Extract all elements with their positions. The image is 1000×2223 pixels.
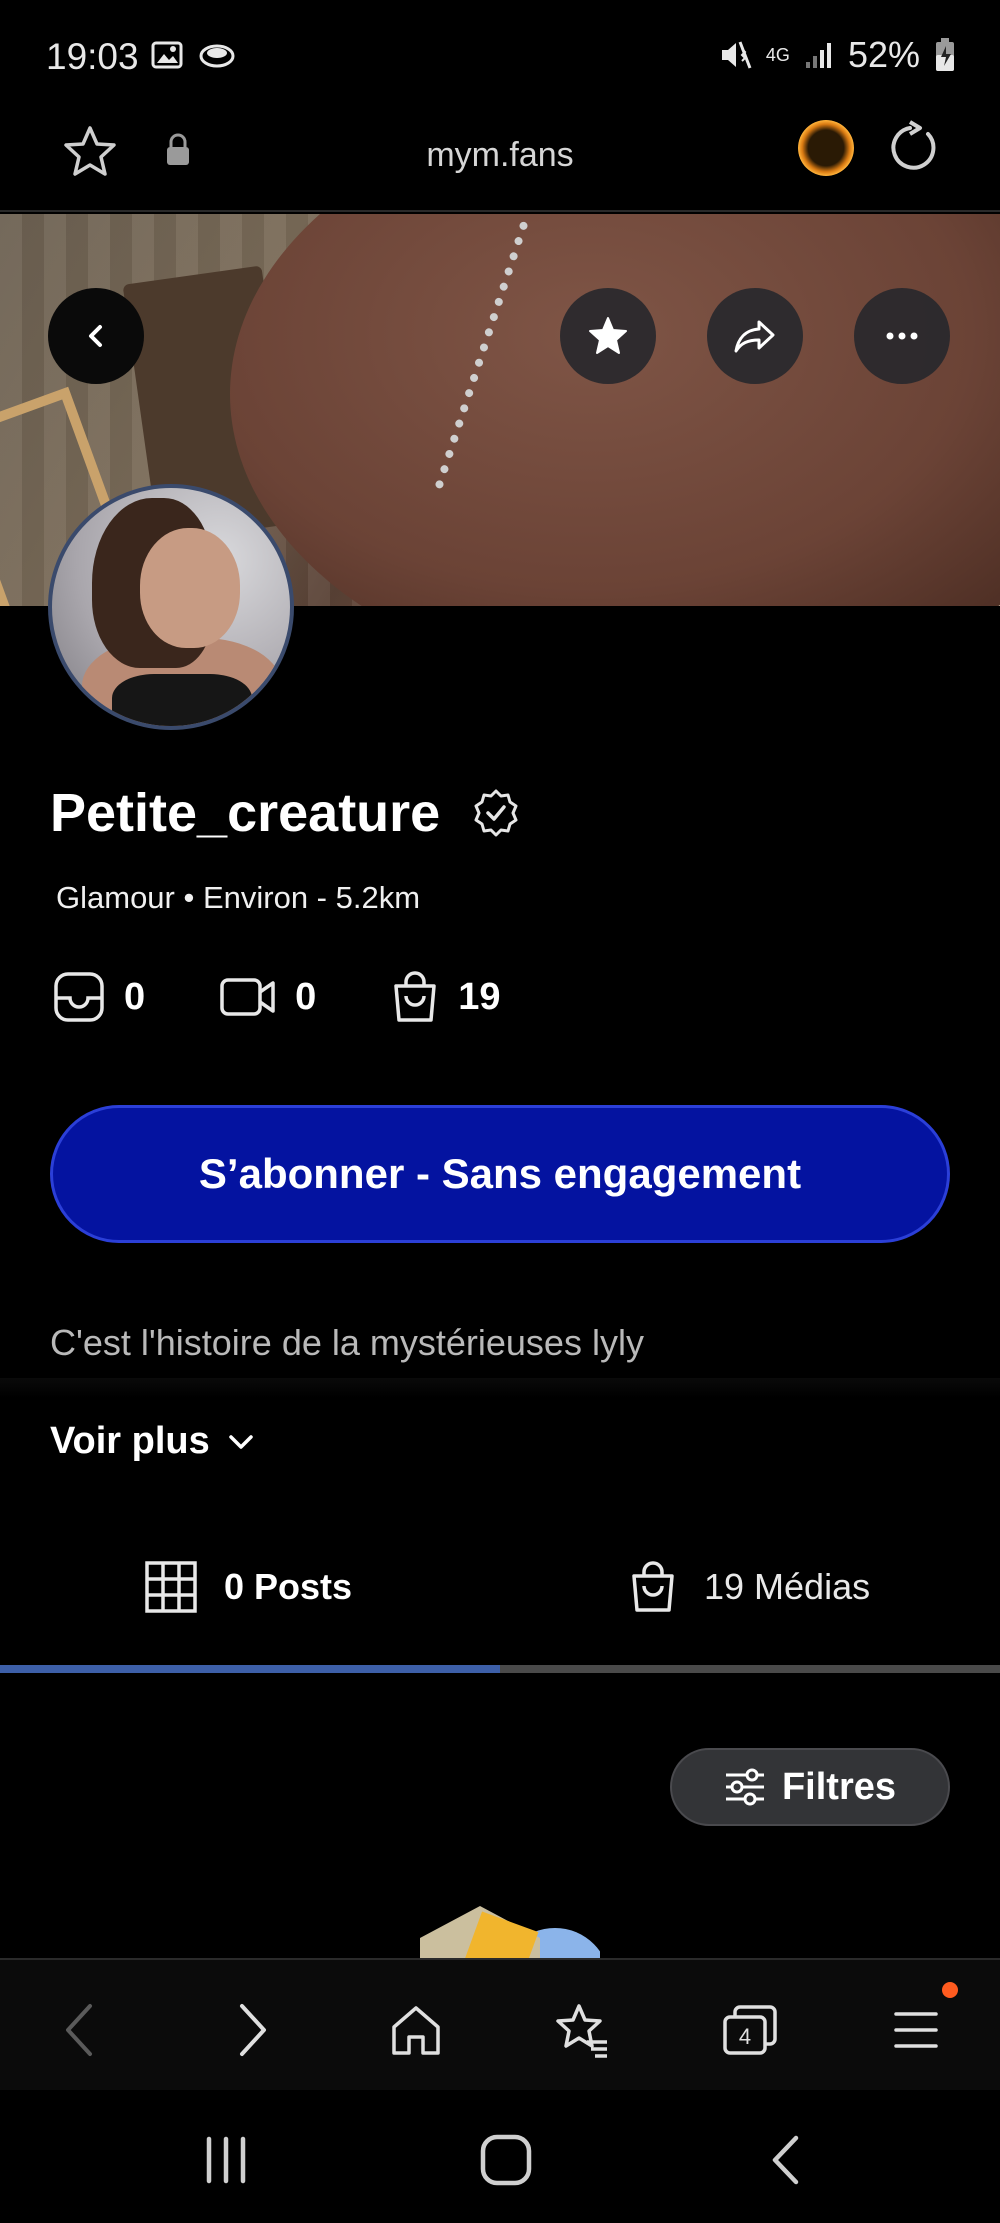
back-icon bbox=[66, 2004, 92, 2056]
video-icon bbox=[220, 978, 275, 1016]
back-chevron-icon bbox=[89, 325, 102, 347]
profile-name-row: Petite_creature bbox=[50, 782, 522, 844]
shopping-bag-icon bbox=[394, 971, 437, 1022]
subscribe-button[interactable]: S’abonner - Sans engagement bbox=[50, 1105, 950, 1243]
profile-subline: Glamour • Environ - 5.2km bbox=[56, 880, 421, 915]
share-button[interactable] bbox=[707, 288, 803, 384]
profile-stats: 0 0 19 bbox=[52, 970, 575, 1024]
status-time: 19:03 bbox=[46, 36, 139, 77]
tab-posts-label: 0 Posts bbox=[224, 1566, 353, 1607]
recents-icon bbox=[206, 2136, 246, 2184]
tab-posts[interactable]: 0 Posts bbox=[144, 1560, 352, 1614]
browser-bookmarks-button[interactable] bbox=[542, 1990, 622, 2070]
shopping-bag-icon bbox=[632, 1561, 674, 1612]
profile-bio: C'est l'histoire de la mystérieuses lyly bbox=[50, 1322, 644, 1363]
system-back-button[interactable] bbox=[746, 2120, 826, 2200]
more-options-button[interactable] bbox=[854, 288, 950, 384]
profile-username: Petite_creature bbox=[50, 783, 441, 843]
tab-medias-label: 19 Médias bbox=[704, 1566, 871, 1607]
stat-medias: 19 bbox=[390, 970, 501, 1024]
system-nav-bar bbox=[0, 2090, 1000, 2223]
stat-videos: 0 bbox=[219, 974, 316, 1020]
stat-medias-value: 19 bbox=[458, 975, 501, 1018]
forward-icon bbox=[240, 2004, 266, 2056]
back-button[interactable] bbox=[48, 288, 144, 384]
filters-button[interactable]: Filtres bbox=[670, 1748, 950, 1826]
content-preview-image[interactable] bbox=[420, 1900, 600, 1960]
mute-vibrate-icon bbox=[721, 41, 752, 69]
status-right: 4G 52% bbox=[718, 34, 956, 76]
status-bar: 19:03 4G 52% bbox=[0, 0, 1000, 112]
verified-badge-icon bbox=[474, 789, 518, 837]
cloud-notification-icon bbox=[199, 44, 235, 68]
menu-notification-dot bbox=[942, 1982, 958, 1998]
filters-label: Filtres bbox=[781, 1765, 897, 1808]
tab-medias[interactable]: 19 Médias bbox=[628, 1560, 870, 1614]
network-type-label: 4G bbox=[765, 44, 790, 65]
system-recents-button[interactable] bbox=[186, 2120, 266, 2200]
signal-icon bbox=[805, 43, 831, 68]
home-icon bbox=[392, 2006, 440, 2055]
browser-bottom-nav: 4 bbox=[0, 1958, 1000, 2090]
battery-percent: 52% bbox=[847, 34, 920, 75]
bio-fade bbox=[0, 1378, 1000, 1398]
see-more-button[interactable]: Voir plus bbox=[50, 1420, 256, 1463]
sliders-icon bbox=[725, 1768, 764, 1806]
back-icon bbox=[772, 2135, 799, 2185]
favorite-star-icon bbox=[589, 317, 627, 354]
refresh-icon[interactable] bbox=[882, 118, 942, 183]
gallery-notification-icon bbox=[151, 41, 183, 69]
content-tabs: 0 Posts 19 Médias bbox=[0, 1530, 1000, 1670]
site-avatar-icon[interactable] bbox=[798, 120, 854, 176]
more-icon bbox=[886, 332, 918, 340]
home-circle-icon bbox=[480, 2134, 532, 2186]
browser-tabs-button[interactable]: 4 bbox=[710, 1990, 790, 2070]
stat-messages: 0 bbox=[52, 970, 145, 1024]
tab-count: 4 bbox=[739, 2024, 751, 2049]
favorite-button[interactable] bbox=[560, 288, 656, 384]
browser-menu-button[interactable] bbox=[876, 1990, 956, 2070]
profile-avatar[interactable] bbox=[48, 484, 294, 730]
share-icon bbox=[734, 320, 775, 353]
system-home-button[interactable] bbox=[466, 2120, 546, 2200]
browser-url-bar: mym.fans bbox=[0, 112, 1000, 212]
browser-forward-button[interactable] bbox=[212, 1990, 292, 2070]
message-icon bbox=[54, 972, 104, 1022]
battery-charging-icon bbox=[936, 38, 954, 71]
browser-back-button[interactable] bbox=[40, 1990, 120, 2070]
browser-home-button[interactable] bbox=[376, 1990, 456, 2070]
grid-icon bbox=[145, 1561, 197, 1613]
tabs-icon: 4 bbox=[723, 2005, 777, 2055]
stat-videos-value: 0 bbox=[295, 975, 317, 1018]
tab-active-indicator bbox=[0, 1665, 500, 1673]
bookmarks-icon bbox=[556, 2004, 607, 2058]
see-more-label: Voir plus bbox=[50, 1420, 210, 1462]
status-notification-icons bbox=[150, 38, 236, 72]
stat-messages-value: 0 bbox=[124, 975, 146, 1018]
menu-icon bbox=[894, 2012, 938, 2048]
chevron-down-icon bbox=[229, 1434, 253, 1449]
